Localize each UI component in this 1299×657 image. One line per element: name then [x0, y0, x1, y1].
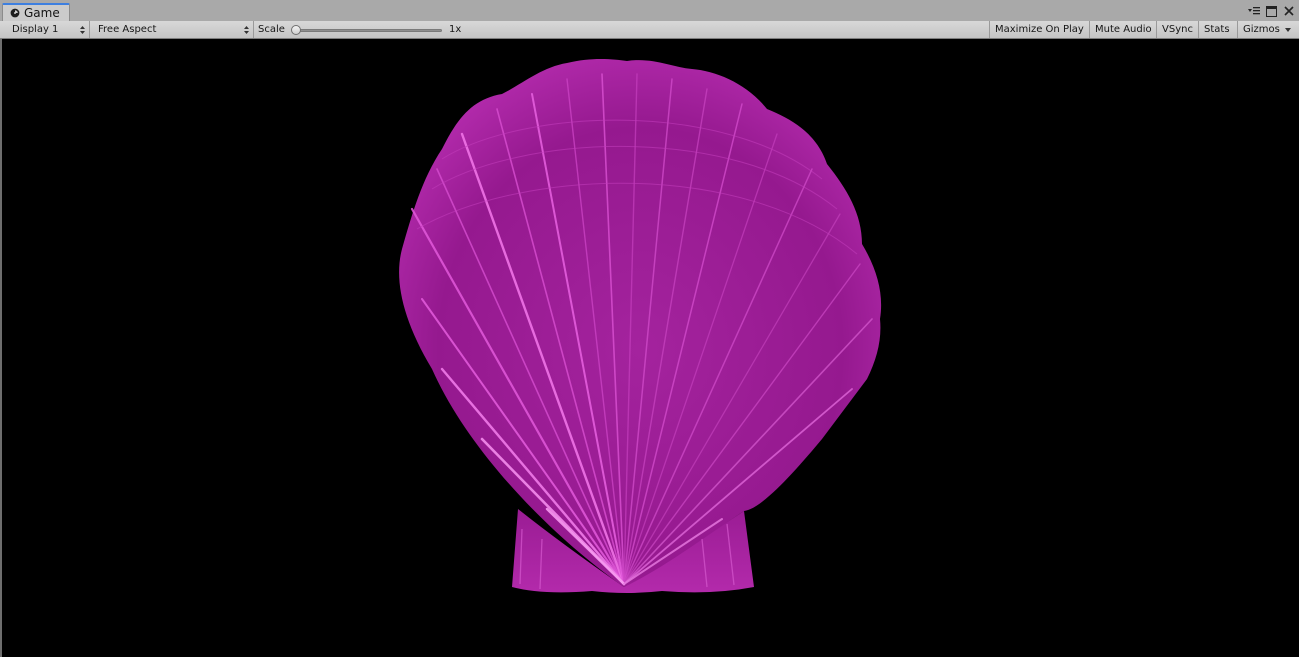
stats-button[interactable]: Stats: [1198, 21, 1237, 38]
scale-value: 1x: [449, 24, 462, 35]
mute-audio-label: Mute Audio: [1095, 24, 1152, 35]
chevron-down-icon: [1285, 28, 1291, 32]
stats-label: Stats: [1204, 24, 1230, 35]
aspect-dropdown-label: Free Aspect: [98, 24, 157, 35]
vsync-label: VSync: [1162, 24, 1193, 35]
mute-audio-button[interactable]: Mute Audio: [1089, 21, 1156, 38]
dropdown-arrow-icon: [80, 26, 85, 34]
vsync-button[interactable]: VSync: [1156, 21, 1198, 38]
scallop-shell-model: [399, 59, 882, 593]
tab-label: Game: [24, 6, 60, 20]
dropdown-arrow-icon: [244, 26, 249, 34]
gizmos-dropdown[interactable]: Gizmos: [1237, 21, 1295, 38]
close-icon[interactable]: [1282, 5, 1295, 18]
scale-slider-track[interactable]: [296, 29, 442, 32]
game-viewport[interactable]: [0, 39, 1299, 657]
maximize-on-play-label: Maximize On Play: [995, 24, 1084, 35]
scale-label: Scale: [258, 24, 285, 35]
maximize-on-play-button[interactable]: Maximize On Play: [989, 21, 1089, 38]
tab-game[interactable]: Game: [2, 3, 70, 21]
gizmos-label: Gizmos: [1243, 24, 1280, 35]
menu-icon[interactable]: [1248, 5, 1261, 18]
display-dropdown[interactable]: Display 1: [6, 21, 90, 38]
tab-strip: Game: [0, 0, 1299, 22]
display-dropdown-label: Display 1: [12, 24, 59, 35]
maximize-icon[interactable]: [1265, 5, 1278, 18]
aspect-dropdown[interactable]: Free Aspect: [92, 21, 254, 38]
unity-game-icon: [10, 8, 20, 18]
scale-slider-thumb[interactable]: [291, 25, 301, 35]
window-controls: [1248, 4, 1295, 18]
game-window: Game Display 1 Free Aspect Scale 1x Maxi…: [0, 0, 1299, 657]
game-toolbar: Display 1 Free Aspect Scale 1x Maximize …: [0, 21, 1299, 39]
